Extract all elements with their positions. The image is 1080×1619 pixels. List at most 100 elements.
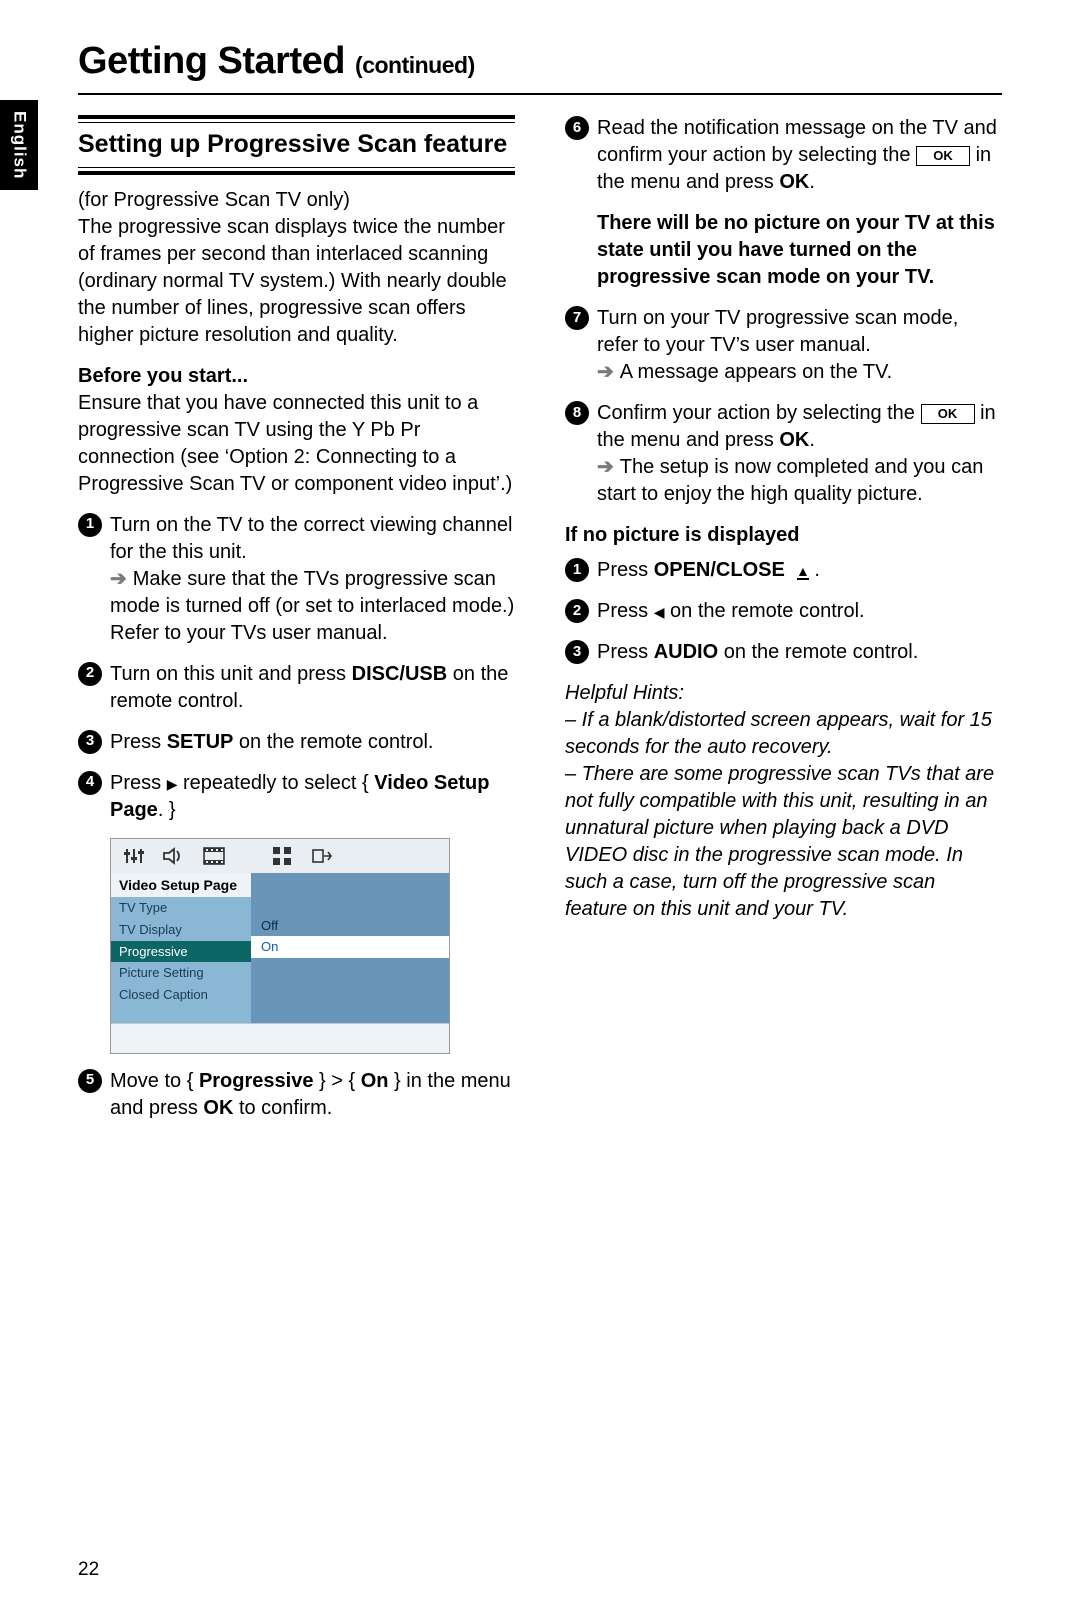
before-start-body: Ensure that you have connected this unit… [78,392,512,495]
t: . } [158,799,176,821]
step-number-badge: 4 [78,771,102,795]
t: . [809,171,815,193]
osd-item: TV Type [111,897,251,919]
grid-icon [269,846,295,866]
t: DISC/USB [352,663,448,685]
np-step-1: 1 Press OPEN/CLOSE . [565,557,1002,584]
page-title: Getting Started (continued) [78,36,1002,95]
t: OPEN/CLOSE [654,559,785,581]
step-7: 7 Turn on your TV progressive scan mode,… [565,305,1002,386]
step-4: 4 Press repeatedly to select { Video Set… [78,770,515,824]
video-filmstrip-icon [201,846,227,866]
step-body: Move to { Progressive } > { On } in the … [110,1068,515,1122]
step-5: 5 Move to { Progressive } > { On } in th… [78,1068,515,1122]
step1-text: Turn on the TV to the correct viewing ch… [110,514,512,563]
speaker-icon [161,846,187,866]
hints-head: Helpful Hints: [565,680,1002,707]
t: OK [779,171,809,193]
t: Press [597,559,654,581]
warning-text: There will be no picture on your TV at t… [565,210,1002,291]
np-step-2: 2 Press on the remote control. [565,598,1002,625]
t: Progressive [199,1070,314,1092]
step-body: Read the notification message on the TV … [597,115,1002,196]
t: SETUP [167,731,234,753]
ok-box-icon: OK [916,146,970,166]
before-start-head: Before you start... [78,365,248,387]
osd-option-off: Off [251,915,449,937]
np-step-3: 3 Press AUDIO on the remote control. [565,639,1002,666]
manual-page: English Getting Started (continued) Sett… [0,0,1080,1619]
step-8: 8 Confirm your action by selecting the O… [565,400,1002,508]
right-triangle-icon [167,772,178,794]
step-6: 6 Read the notification message on the T… [565,115,1002,196]
t: Turn on this unit and press [110,663,352,685]
osd-item: TV Display [111,919,251,941]
t: repeatedly to select { [177,772,374,794]
helpful-hints: Helpful Hints: – If a blank/distorted sc… [565,680,1002,923]
step-3: 3 Press SETUP on the remote control. [78,729,515,756]
step-number-badge: 6 [565,116,589,140]
osd-right-panel: Off On [251,873,449,1023]
content-columns: Setting up Progressive Scan feature (for… [78,115,1002,1135]
step-body: Press on the remote control. [597,598,1002,625]
step-2: 2 Turn on this unit and press DISC/USB o… [78,661,515,715]
t: } > { [313,1070,360,1092]
page-title-main: Getting Started [78,40,345,82]
t: to confirm. [233,1097,332,1119]
settings-equalizer-icon [121,846,147,866]
t: on the remote control. [233,731,433,753]
step-body: Turn on this unit and press DISC/USB on … [110,661,515,715]
step1-sub: Make sure that the TVs progressive scan … [110,566,515,647]
left-column: Setting up Progressive Scan feature (for… [78,115,515,1135]
step8-sub: The setup is now completed and you can s… [597,454,1002,508]
rule [78,167,515,168]
step-number-badge: 2 [565,599,589,623]
osd-option-on: On [251,936,449,958]
step-1: 1 Turn on the TV to the correct viewing … [78,512,515,647]
step-number-badge: 1 [565,558,589,582]
osd-item: Picture Setting [111,962,251,984]
osd-page-title: Video Setup Page [111,873,251,898]
rule [78,122,515,123]
t: On [361,1070,389,1092]
intro-note: (for Progressive Scan TV only) [78,189,350,211]
step-number-badge: 7 [565,306,589,330]
t: Turn on your TV progressive scan mode, r… [597,307,958,356]
step-number-badge: 8 [565,401,589,425]
t: . [809,429,815,451]
osd-item: Closed Caption [111,984,251,1006]
t: Move to { [110,1070,199,1092]
t: Confirm your action by selecting the [597,402,921,424]
t: on the remote control. [664,600,864,622]
osd-item-selected: Progressive [111,941,251,963]
osd-body: Video Setup Page TV Type TV Display Prog… [111,873,449,1023]
language-tab-label: English [8,111,31,179]
left-triangle-icon [654,600,665,622]
t: Press [597,641,654,663]
step-body: Press AUDIO on the remote control. [597,639,1002,666]
step7-sub: A message appears on the TV. [597,359,1002,386]
language-tab: English [0,100,38,190]
t: AUDIO [654,641,718,663]
t: on the remote control. [718,641,918,663]
right-column: 6 Read the notification message on the T… [565,115,1002,1135]
step-number-badge: 3 [565,640,589,664]
step-body: Turn on the TV to the correct viewing ch… [110,512,515,647]
hints-1: – If a blank/distorted screen appears, w… [565,707,1002,761]
hints-2: – There are some progressive scan TVs th… [565,761,1002,923]
t: Press [110,731,167,753]
rule [78,171,515,175]
page-number: 22 [78,1557,99,1583]
step-number-badge: 1 [78,513,102,537]
step-number-badge: 2 [78,662,102,686]
step-body: Confirm your action by selecting the OK … [597,400,1002,508]
step-body: Turn on your TV progressive scan mode, r… [597,305,1002,386]
t: Press [110,772,167,794]
intro-body: The progressive scan displays twice the … [78,216,507,346]
ok-box-icon: OK [921,404,975,424]
osd-tab-bar [111,839,449,873]
t: OK [203,1097,233,1119]
step-number-badge: 5 [78,1069,102,1093]
no-picture-heading: If no picture is displayed [565,522,1002,549]
step-body: Press OPEN/CLOSE . [597,557,1002,584]
